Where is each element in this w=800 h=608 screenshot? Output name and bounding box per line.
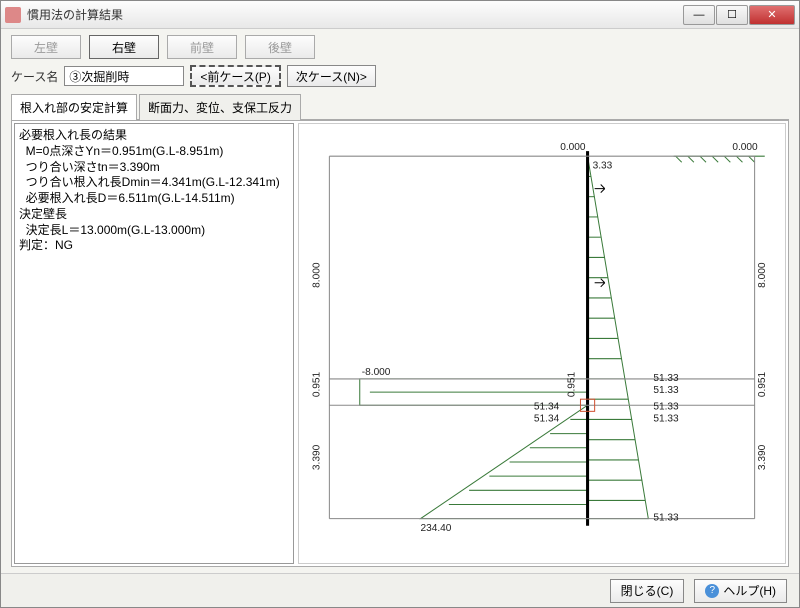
diagram-svg: 0.000 0.000 3.33 8.000 8.000 -8.000 51.3…: [299, 124, 785, 563]
close-dialog-button[interactable]: 閉じる(C): [610, 579, 685, 603]
titlebar: 慣用法の計算結果 — ☐ ✕: [1, 1, 799, 29]
lbl-5134b: 51.34: [534, 413, 560, 424]
prev-case-button[interactable]: <前ケース(P): [190, 65, 280, 87]
minimize-button[interactable]: —: [683, 5, 715, 25]
lbl-5133c: 51.33: [653, 401, 679, 412]
window-title: 慣用法の計算結果: [27, 6, 683, 23]
maximize-button[interactable]: ☐: [716, 5, 748, 25]
help-icon: ?: [705, 584, 719, 598]
lbl-333: 3.33: [593, 160, 613, 171]
window-buttons: — ☐ ✕: [683, 5, 795, 25]
close-button[interactable]: ✕: [749, 5, 795, 25]
help-button[interactable]: ? ヘルプ(H): [694, 579, 787, 603]
wall-front-button[interactable]: 前壁: [167, 35, 237, 59]
tab-bar: 根入れ部の安定計算 断面力、変位、支保工反力: [11, 93, 789, 120]
case-row: ケース名 <前ケース(P) 次ケース(N)>: [11, 65, 789, 87]
lbl-3390l: 3.390: [311, 444, 322, 470]
tab-forces[interactable]: 断面力、変位、支保工反力: [139, 94, 301, 120]
lbl-5133d: 51.33: [653, 413, 679, 424]
lbl-5133e: 51.33: [653, 513, 679, 524]
window: 慣用法の計算結果 — ☐ ✕ 左壁 右壁 前壁 後壁 ケース名 <前ケース(P)…: [0, 0, 800, 608]
tab-stability[interactable]: 根入れ部の安定計算: [11, 94, 137, 120]
results-text: 必要根入れ長の結果 M=0点深さYn＝0.951m(G.L-8.951m) つり…: [14, 123, 294, 564]
wall-left-button[interactable]: 左壁: [11, 35, 81, 59]
app-icon: [5, 7, 21, 23]
wall-back-button[interactable]: 後壁: [245, 35, 315, 59]
case-label: ケース名: [11, 68, 58, 85]
lbl-left-8: 8.000: [311, 262, 322, 288]
case-input[interactable]: [64, 66, 184, 86]
diagram-panel: 0.000 0.000 3.33 8.000 8.000 -8.000 51.3…: [298, 123, 786, 564]
lbl-neg8: -8.000: [362, 367, 391, 378]
lbl-0951c: 0.951: [566, 371, 577, 397]
main-panel: 必要根入れ長の結果 M=0点深さYn＝0.951m(G.L-8.951m) つり…: [11, 120, 789, 567]
lbl-234: 234.40: [421, 523, 452, 534]
lbl-right-8: 8.000: [757, 262, 768, 288]
wall-right-button[interactable]: 右壁: [89, 35, 159, 59]
footer: 閉じる(C) ? ヘルプ(H): [1, 573, 799, 607]
next-case-button[interactable]: 次ケース(N)>: [287, 65, 376, 87]
lbl-top-r: 0.000: [732, 142, 758, 153]
lbl-5134a: 51.34: [534, 401, 560, 412]
lbl-5133a: 51.33: [653, 373, 679, 384]
lbl-0951r: 0.951: [757, 371, 768, 397]
lbl-3390r: 3.390: [757, 444, 768, 470]
content: 左壁 右壁 前壁 後壁 ケース名 <前ケース(P) 次ケース(N)> 根入れ部の…: [1, 29, 799, 573]
lbl-top-l: 0.000: [560, 142, 586, 153]
arrow-icon: [595, 185, 605, 287]
lbl-5133b: 51.33: [653, 385, 679, 396]
wall-selector-row: 左壁 右壁 前壁 後壁: [11, 35, 789, 59]
lbl-0951l: 0.951: [311, 371, 322, 397]
